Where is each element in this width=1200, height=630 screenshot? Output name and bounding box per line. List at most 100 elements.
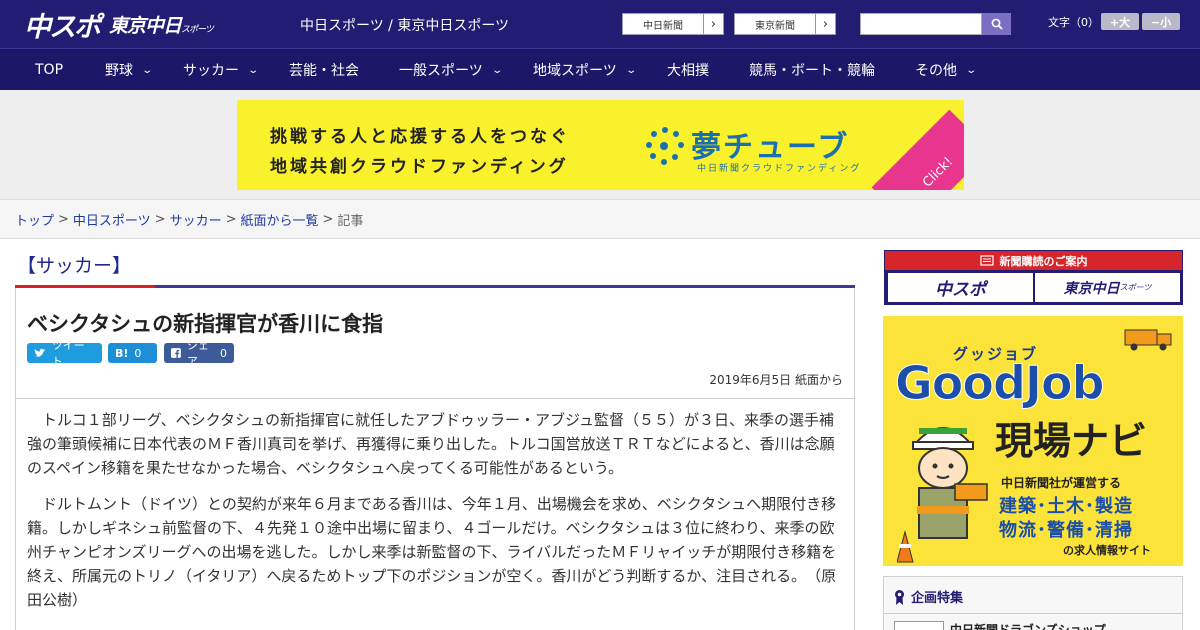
goodjob-categories-1: 建築･土木･製造	[999, 496, 1133, 517]
nav-item-general-sports[interactable]: 一般スポーツ ⌄	[399, 49, 503, 91]
nav-item-other[interactable]: その他 ⌄	[915, 49, 978, 91]
tweet-button[interactable]: ツイート	[27, 339, 102, 368]
nav-label: その他	[915, 63, 957, 79]
chevron-down-icon: ⌄	[247, 64, 260, 76]
breadcrumb-link-top[interactable]: トップ	[15, 210, 54, 229]
goodjob-categories-2: 物流･警備･清掃	[999, 520, 1133, 541]
subscription-heading: 新聞購読のご案内	[885, 251, 1182, 270]
breadcrumb-current: 記事	[337, 213, 364, 229]
main-nav: TOP 野球 ⌄ サッカー ⌄ 芸能・社会 一般スポーツ ⌄ 地域スポーツ ⌄ 大相撲 …	[0, 48, 1200, 90]
ribbon-icon	[895, 589, 904, 605]
feature-item-link[interactable]: 中日新聞ドラゴンズショップ	[950, 621, 1106, 630]
breadcrumb-link-chunichi-sports[interactable]: 中日スポーツ	[73, 210, 151, 229]
font-size-label: 文字（0）	[1048, 16, 1099, 29]
facebook-share-label: シェア	[186, 339, 209, 368]
hatena-bookmark-button[interactable]: B! 0	[108, 343, 157, 363]
nav-item-soccer[interactable]: サッカー ⌄	[183, 49, 260, 91]
truck-icon	[1124, 329, 1172, 351]
banner-line-2: 地域共創クラウドファンディング	[270, 157, 569, 177]
font-smaller-button[interactable]: −小	[1142, 13, 1180, 30]
subscribe-chuspo[interactable]: 中スポ	[888, 273, 1033, 302]
feature-thumbnail[interactable]	[894, 621, 944, 630]
article-date: 2019年6月5日 紙面から	[709, 373, 843, 387]
dots-logo-icon	[646, 127, 684, 165]
construction-worker-icon	[897, 427, 988, 563]
nav-item-regional-sports[interactable]: 地域スポーツ ⌄	[533, 49, 637, 91]
goodjob-title: GoodJob	[895, 356, 1106, 411]
feature-heading-label: 企画特集	[911, 591, 964, 606]
chevron-down-icon: ⌄	[141, 64, 154, 76]
logo-tokyo-chunichi[interactable]: 東京中日スポーツ	[109, 11, 214, 38]
breadcrumb-link-soccer[interactable]: サッカー	[170, 210, 222, 229]
nav-item-top[interactable]: TOP	[35, 49, 63, 91]
nav-label: 大相撲	[667, 63, 709, 79]
tweet-label: ツイート	[51, 339, 85, 368]
nav-label: TOP	[35, 62, 64, 78]
article-paragraph: ドルトムント（ドイツ）との契約が来年６月まである香川は、今年１月、出場機会を求め…	[27, 495, 837, 609]
breadcrumb: トップ > 中日スポーツ > サッカー > 紙面から一覧 > 記事	[0, 200, 1200, 239]
banner-line-1: 挑戦する人と応援する人をつなぐ	[270, 127, 570, 147]
font-larger-button[interactable]: +大	[1101, 13, 1139, 30]
breadcrumb-separator: >	[322, 211, 334, 227]
banner-brand-sub: 中日新聞クラウドファンディング	[697, 164, 862, 174]
twitter-bird-icon	[34, 348, 46, 358]
nav-label: 地域スポーツ	[533, 63, 617, 79]
chevron-right-icon: ›	[815, 14, 835, 34]
nav-label: 競馬・ボート・競輪	[749, 63, 875, 79]
feature-box: 企画特集 中日新聞ドラゴンズショップ	[883, 576, 1183, 630]
search-icon	[991, 18, 1003, 30]
goodjob-site-label: の求人情報サイト	[1063, 544, 1151, 557]
tokyo-shimbun-label: 東京新聞	[755, 20, 795, 32]
nav-label: 芸能・社会	[289, 63, 359, 79]
goodjob-ad[interactable]: グッジョブ GoodJob 現場ナビ 中日新聞社が運営する 建築･土木･製造 物…	[883, 316, 1183, 566]
article-body: トルコ１部リーグ、ベシクタシュの新指揮官に就任したアブドゥッラー・アブジュ監督（…	[27, 408, 845, 624]
hatena-count: 0	[134, 346, 142, 360]
subscription-heading-label: 新聞購読のご案内	[999, 254, 1088, 268]
tokyo-shimbun-link[interactable]: 東京新聞 ›	[734, 13, 836, 35]
site-logo[interactable]: 中スポ 東京中日スポーツ	[24, 5, 214, 44]
banner-area: 挑戦する人と応援する人をつなぐ 地域共創クラウドファンディング 夢チューブ 中日…	[0, 90, 1200, 200]
goodjob-subtitle: 現場ナビ	[995, 419, 1148, 463]
breadcrumb-separator: >	[225, 211, 237, 227]
feature-heading: 企画特集	[894, 587, 963, 606]
tile-small-label: スポーツ	[1119, 283, 1152, 292]
tile-label: 東京中日	[1063, 280, 1120, 297]
hatena-icon: B!	[115, 346, 129, 360]
nav-label: サッカー	[183, 63, 239, 79]
chevron-down-icon: ⌄	[965, 64, 978, 76]
chevron-down-icon: ⌄	[625, 64, 637, 76]
site-title: 中日スポーツ / 東京中日スポーツ	[300, 18, 510, 34]
chevron-right-icon: ›	[703, 14, 723, 34]
article-headline: ベシクタシュの新指揮官が香川に食指	[27, 312, 384, 336]
article-card: ベシクタシュの新指揮官が香川に食指 ツイート B! 0 シェア 0 2019年6…	[15, 288, 855, 630]
feature-divider	[884, 613, 1182, 614]
breadcrumb-separator: >	[58, 211, 69, 227]
click-ribbon	[871, 109, 964, 190]
search-button[interactable]	[982, 13, 1011, 35]
chunichi-shimbun-link[interactable]: 中日新聞 ›	[622, 13, 724, 35]
top-header: 中スポ 東京中日スポーツ 中日スポーツ / 東京中日スポーツ 中日新聞 › 東京…	[0, 0, 1200, 48]
crowdfunding-banner[interactable]: 挑戦する人と応援する人をつなぐ 地域共創クラウドファンディング 夢チューブ 中日…	[237, 100, 964, 190]
facebook-share-button[interactable]: シェア 0	[164, 339, 234, 368]
subscribe-tokyo-chunichi[interactable]: 東京中日 スポーツ	[1035, 273, 1180, 302]
logo-chuspo[interactable]: 中スポ	[24, 5, 101, 44]
chunichi-shimbun-label: 中日新聞	[643, 20, 683, 32]
search-input[interactable]	[860, 13, 982, 35]
breadcrumb-link-print-list[interactable]: 紙面から一覧	[241, 210, 319, 229]
nav-item-baseball[interactable]: 野球 ⌄	[105, 49, 154, 91]
nav-label: 野球	[105, 63, 133, 79]
banner-brand: 夢チューブ	[691, 130, 850, 165]
article-divider	[16, 398, 854, 399]
nav-item-sumo[interactable]: 大相撲	[667, 49, 709, 91]
nav-item-entertainment[interactable]: 芸能・社会	[289, 49, 359, 91]
newspaper-icon	[979, 255, 994, 266]
chevron-down-icon: ⌄	[491, 64, 503, 76]
nav-item-racing[interactable]: 競馬・ボート・競輪	[749, 49, 875, 91]
section-title: 【サッカー】	[17, 255, 132, 277]
nav-label: 一般スポーツ	[399, 63, 483, 79]
facebook-count: 0	[220, 346, 227, 360]
facebook-icon	[171, 348, 181, 358]
subscription-box[interactable]: 新聞購読のご案内 中スポ 東京中日 スポーツ	[884, 250, 1183, 305]
article-paragraph: トルコ１部リーグ、ベシクタシュの新指揮官に就任したアブドゥッラー・アブジュ監督（…	[27, 411, 835, 477]
goodjob-operator: 中日新聞社が運営する	[1001, 476, 1122, 490]
